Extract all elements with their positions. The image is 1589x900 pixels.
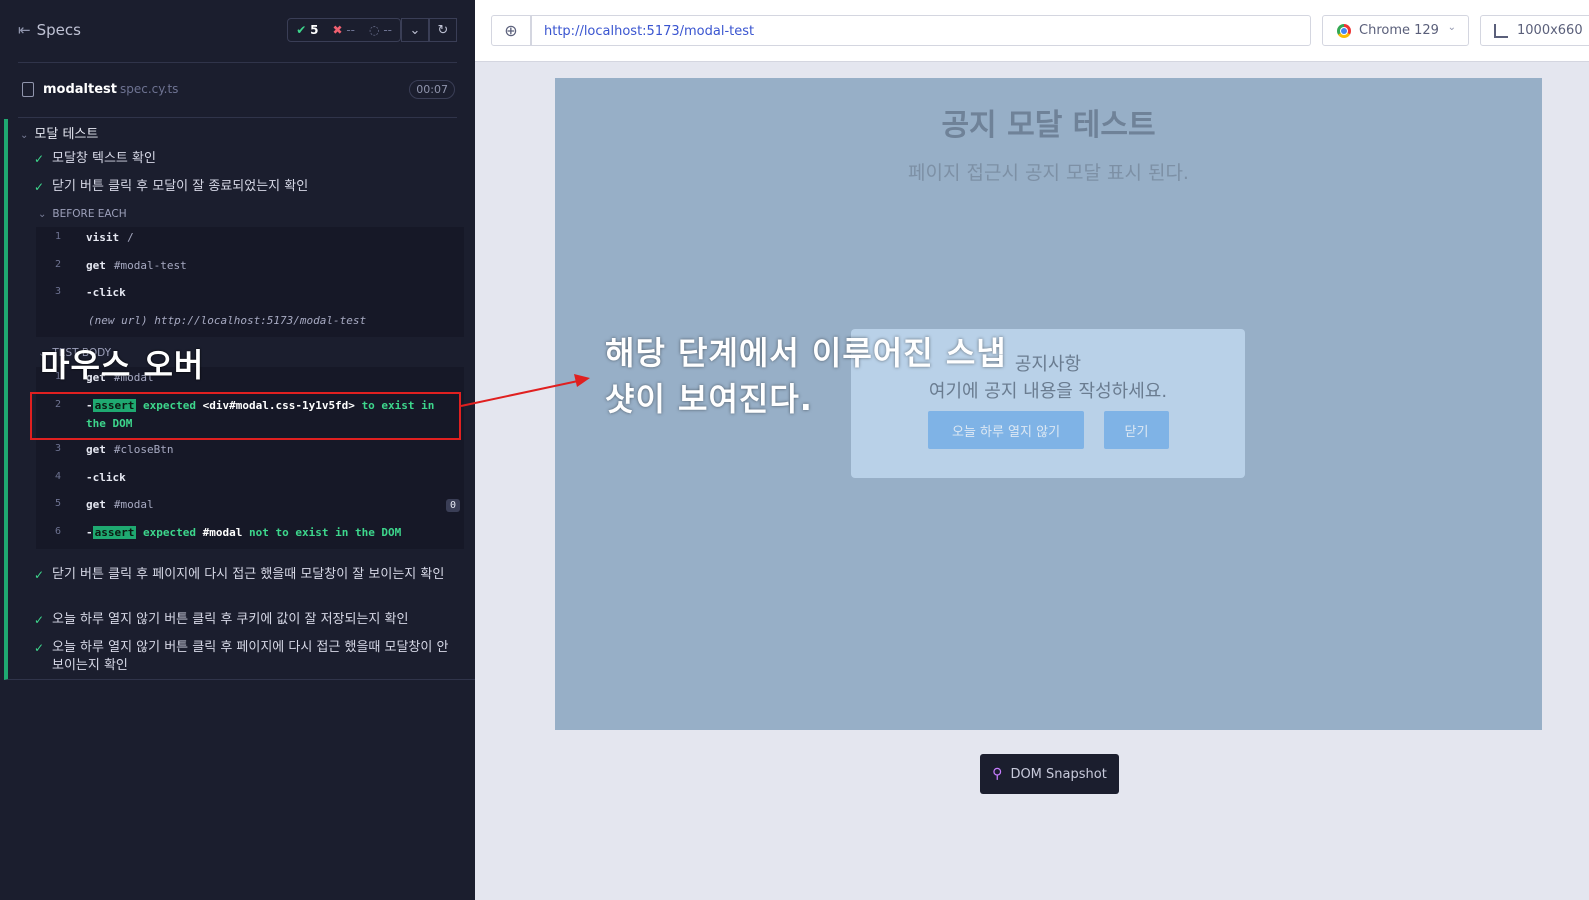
test-item[interactable]: ✓ 오늘 하루 열지 않기 버튼 클릭 후 페이지에 다시 접근 했을때 모달창이… (34, 639, 456, 675)
close-button[interactable]: 닫기 (1104, 411, 1169, 449)
command-row[interactable]: 1 visit / (36, 227, 464, 249)
page-subtitle: 페이지 접근시 공지 모달 표시 된다. (908, 162, 1189, 184)
element-count-badge: 0 (445, 499, 460, 512)
url-field[interactable]: http://localhost:5173/modal-test (531, 15, 1311, 46)
command-row[interactable]: 3 get #closeBtn (36, 439, 464, 461)
check-icon: ✓ (34, 641, 45, 655)
assert-row[interactable]: 6- assert expected #modal not to exist in… (36, 522, 464, 544)
page-title: 공지 모달 테스트 (941, 108, 1156, 143)
browser-select[interactable]: Chrome 129 ⌄ (1322, 15, 1469, 46)
specs-toolbar: ⇤ Specs ✔ 5 ✖ -- ◌ -- ⌄ ↻ (18, 16, 457, 46)
annotation-mouse-over: 마우스 오버 (40, 346, 205, 384)
cross-icon: ✖ (332, 23, 343, 37)
check-icon: ✓ (34, 152, 45, 166)
chevron-down-icon[interactable]: ⌄ (401, 18, 429, 42)
command-log: 1 visit/ 2 get #modal-test 3 -click (new url… (36, 227, 464, 337)
spec-file-row: modaltest spec.cy.ts 00:07 (18, 80, 457, 100)
check-icon: ✓ (34, 613, 45, 627)
browser-toolbar: ⊕ http://localhost:5173/modal-test Chrom… (475, 0, 1589, 62)
test-item[interactable]: ✓ 닫기 버튼 클릭 후 모달이 잘 종료되었는지 확인 (34, 178, 456, 196)
divider (18, 62, 457, 63)
spec-timer: 00:07 (409, 80, 455, 99)
reporter-panel: ⇤ Specs ✔ 5 ✖ -- ◌ -- ⌄ ↻ modaltest spec.c… (0, 0, 475, 900)
new-url-row: (new url) http://localhost:5173/modal-te… (88, 314, 367, 327)
pending-icon: ◌ (369, 23, 380, 37)
specs-link[interactable]: ⇤ Specs (18, 21, 81, 39)
command-row[interactable]: 5 get #modal 0 (36, 494, 464, 516)
divider (18, 117, 457, 118)
chevron-down-icon: ⌄ (1447, 22, 1456, 33)
selector-playground-icon[interactable]: ⊕ (491, 15, 531, 46)
back-arrow-icon: ⇤ (18, 21, 31, 39)
viewport-icon (1494, 24, 1508, 38)
rerun-icon[interactable]: ↻ (429, 18, 457, 42)
test-item[interactable]: ✓ 닫기 버튼 클릭 후 페이지에 다시 접근 했을때 모달창이 잘 보이는지 확… (34, 566, 456, 584)
test-item[interactable]: ✓ 모달창 텍스트 확인 (34, 150, 456, 168)
assert-badge: assert (92, 526, 137, 539)
command-row[interactable]: 4 -click (36, 467, 464, 489)
file-icon (22, 82, 34, 97)
aut-panel: ⊕ http://localhost:5173/modal-test Chrom… (475, 0, 1589, 900)
hook-before-each[interactable]: ⌄ BEFORE EACH (38, 208, 127, 220)
spec-name: modaltest (43, 82, 117, 97)
suite-title[interactable]: ⌄ 모달 테스트 (20, 123, 98, 142)
annotation-snapshot: 해당 단계에서 이루어진 스냅 샷이 보여진다. (605, 334, 1007, 418)
viewport-size[interactable]: 1000x660 (1480, 15, 1589, 46)
command-row[interactable]: 3 -click (36, 282, 464, 304)
pin-icon: ⚲ (992, 766, 1003, 782)
test-stats: ✔ 5 ✖ -- ◌ -- (287, 18, 401, 42)
chrome-icon (1337, 24, 1351, 38)
check-icon: ✓ (34, 180, 45, 194)
chevron-down-icon: ⌄ (20, 130, 29, 141)
dom-snapshot-button[interactable]: ⚲ DOM Snapshot (980, 754, 1119, 794)
spec-ext: spec.cy.ts (120, 82, 179, 96)
command-row[interactable]: 2 get #modal-test (36, 255, 464, 277)
chevron-down-icon: ⌄ (38, 209, 47, 220)
check-icon: ✓ (34, 568, 45, 582)
check-icon: ✔ (296, 23, 307, 37)
test-item[interactable]: ✓ 오늘 하루 열지 않기 버튼 클릭 후 쿠키에 값이 잘 저장되는지 확인 (34, 611, 456, 629)
hover-highlight-box (30, 392, 461, 440)
